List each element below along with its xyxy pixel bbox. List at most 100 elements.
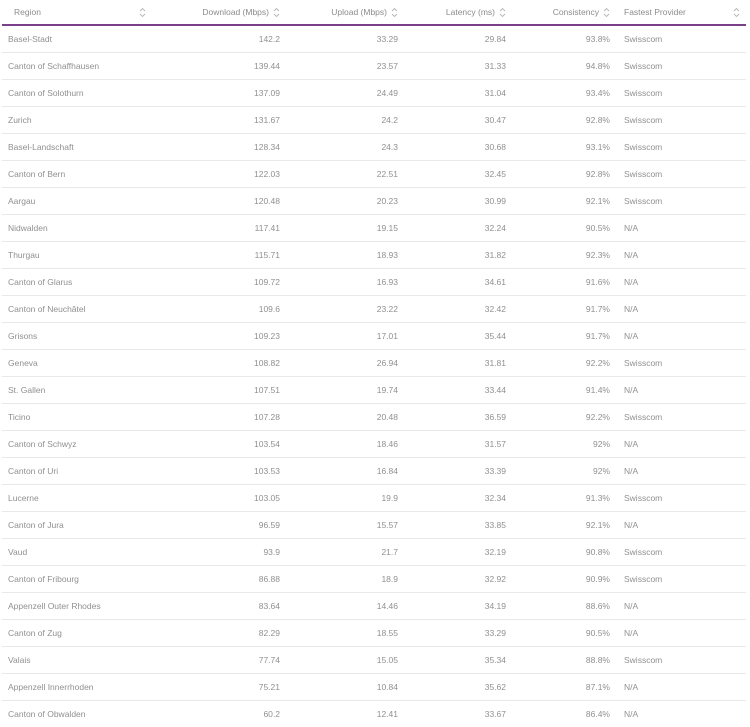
cell-region: Canton of Schaffhausen	[2, 52, 152, 80]
cell-consistency: 92.1%	[512, 187, 616, 215]
cell-download: 131.67	[152, 106, 286, 134]
cell-provider: Swisscom	[616, 484, 746, 512]
cell-upload: 21.7	[286, 538, 404, 566]
cell-latency: 35.44	[404, 322, 512, 350]
cell-region: Geneva	[2, 349, 152, 377]
cell-latency: 31.81	[404, 349, 512, 377]
cell-provider: Swisscom	[616, 160, 746, 188]
cell-region: Grisons	[2, 322, 152, 350]
table-row: Canton of Fribourg 86.88 18.9 32.92 90.9% Swi…	[2, 565, 746, 593]
sort-arrows-icon[interactable]	[603, 7, 610, 18]
cell-download: 137.09	[152, 79, 286, 107]
table-row: Canton of Bern 122.03 22.51 32.45 92.8% Swiss…	[2, 160, 746, 188]
cell-consistency: 88.6%	[512, 592, 616, 620]
cell-region: Lucerne	[2, 484, 152, 512]
table-row: Grisons 109.23 17.01 35.44 91.7% N/A	[2, 322, 746, 350]
sort-arrows-icon[interactable]	[499, 7, 506, 18]
table-row: Canton of Schwyz 103.54 18.46 31.57 92% N/A	[2, 430, 746, 458]
column-header-region[interactable]: Region	[2, 0, 152, 26]
cell-consistency: 91.7%	[512, 295, 616, 323]
cell-consistency: 90.5%	[512, 619, 616, 647]
table-row: Canton of Obwalden 60.2 12.41 33.67 86.4% N/A	[2, 701, 746, 727]
cell-region: Canton of Uri	[2, 457, 152, 485]
cell-latency: 32.92	[404, 565, 512, 593]
cell-upload: 24.49	[286, 79, 404, 107]
table-row: Basel-Stadt 142.2 33.29 29.84 93.8% Swisscom	[2, 25, 746, 53]
sort-arrows-icon[interactable]	[733, 7, 740, 18]
cell-download: 82.29	[152, 619, 286, 647]
cell-download: 117.41	[152, 214, 286, 242]
cell-latency: 35.34	[404, 646, 512, 674]
cell-region: Canton of Neuchâtel	[2, 295, 152, 323]
cell-download: 128.34	[152, 133, 286, 161]
table-row: Canton of Solothurn 137.09 24.49 31.04 93.4%…	[2, 79, 746, 107]
cell-download: 122.03	[152, 160, 286, 188]
cell-consistency: 91.6%	[512, 268, 616, 296]
sort-arrows-icon[interactable]	[139, 7, 146, 18]
speed-table: Region Download (Mbps) Upload (Mbps) Lat…	[2, 0, 746, 727]
column-header-upload[interactable]: Upload (Mbps)	[286, 0, 404, 26]
cell-upload: 19.74	[286, 376, 404, 404]
cell-provider: N/A	[616, 214, 746, 242]
column-header-latency[interactable]: Latency (ms)	[404, 0, 512, 26]
cell-region: Vaud	[2, 538, 152, 566]
cell-provider: Swisscom	[616, 133, 746, 161]
cell-download: 103.53	[152, 457, 286, 485]
table-row: Aargau 120.48 20.23 30.99 92.1% Swisscom	[2, 187, 746, 215]
cell-latency: 34.61	[404, 268, 512, 296]
column-header-label: Latency (ms)	[445, 7, 495, 17]
cell-download: 77.74	[152, 646, 286, 674]
cell-latency: 32.19	[404, 538, 512, 566]
cell-consistency: 93.1%	[512, 133, 616, 161]
table-row: Appenzell Outer Rhodes 83.64 14.46 34.19 88.…	[2, 592, 746, 620]
table-row: Canton of Neuchâtel 109.6 23.22 32.42 91.7% N…	[2, 295, 746, 323]
cell-region: Canton of Obwalden	[8, 709, 86, 719]
table-row: Vaud 93.9 21.7 32.19 90.8% Swisscom	[2, 538, 746, 566]
cell-consistency: 92%	[512, 430, 616, 458]
cell-latency: 32.24	[404, 214, 512, 242]
sort-arrows-icon[interactable]	[391, 7, 398, 18]
table-body: Basel-Stadt 142.2 33.29 29.84 93.8% Swisscom C…	[2, 25, 746, 727]
cell-download: 60.2	[263, 709, 280, 719]
sort-arrows-icon[interactable]	[273, 7, 280, 18]
cell-consistency: 90.5%	[512, 214, 616, 242]
column-header-consistency[interactable]: Consistency	[512, 0, 616, 26]
column-header-provider[interactable]: Fastest Provider	[616, 0, 746, 26]
column-header-label: Fastest Provider	[624, 7, 686, 17]
cell-upload: 16.93	[286, 268, 404, 296]
cell-download: 103.54	[152, 430, 286, 458]
cell-provider: N/A	[624, 709, 639, 719]
cell-provider: N/A	[616, 592, 746, 620]
cell-provider: Swisscom	[616, 79, 746, 107]
cell-consistency: 91.7%	[512, 322, 616, 350]
cell-upload: 18.46	[286, 430, 404, 458]
cell-latency: 32.42	[404, 295, 512, 323]
cell-latency: 30.99	[404, 187, 512, 215]
cell-latency: 32.34	[404, 484, 512, 512]
cell-upload: 22.51	[286, 160, 404, 188]
cell-region: Ticino	[2, 403, 152, 431]
cell-consistency: 92.1%	[512, 511, 616, 539]
cell-provider: N/A	[616, 511, 746, 539]
cell-provider: Swisscom	[616, 25, 746, 53]
cell-region: Zurich	[2, 106, 152, 134]
cell-region: Canton of Glarus	[2, 268, 152, 296]
cell-latency: 33.44	[404, 376, 512, 404]
cell-download: 75.21	[152, 673, 286, 701]
table-row: Geneva 108.82 26.94 31.81 92.2% Swisscom	[2, 349, 746, 377]
cell-provider: N/A	[616, 322, 746, 350]
cell-region: Canton of Solothurn	[2, 79, 152, 107]
cell-region: Valais	[2, 646, 152, 674]
cell-provider: Swisscom	[616, 187, 746, 215]
column-header-label: Download (Mbps)	[202, 7, 269, 17]
cell-upload: 23.57	[286, 52, 404, 80]
column-header-label: Consistency	[552, 7, 599, 17]
column-header-download[interactable]: Download (Mbps)	[152, 0, 286, 26]
cell-latency: 33.67	[484, 709, 506, 719]
cell-upload: 15.57	[286, 511, 404, 539]
table-row: Basel-Landschaft 128.34 24.3 30.68 93.1% Swis…	[2, 133, 746, 161]
table-row: Canton of Uri 103.53 16.84 33.39 92% N/A	[2, 457, 746, 485]
speed-table-container: Region Download (Mbps) Upload (Mbps) Lat…	[2, 0, 746, 727]
cell-consistency: 92.2%	[512, 403, 616, 431]
table-row: Ticino 107.28 20.48 36.59 92.2% Swisscom	[2, 403, 746, 431]
